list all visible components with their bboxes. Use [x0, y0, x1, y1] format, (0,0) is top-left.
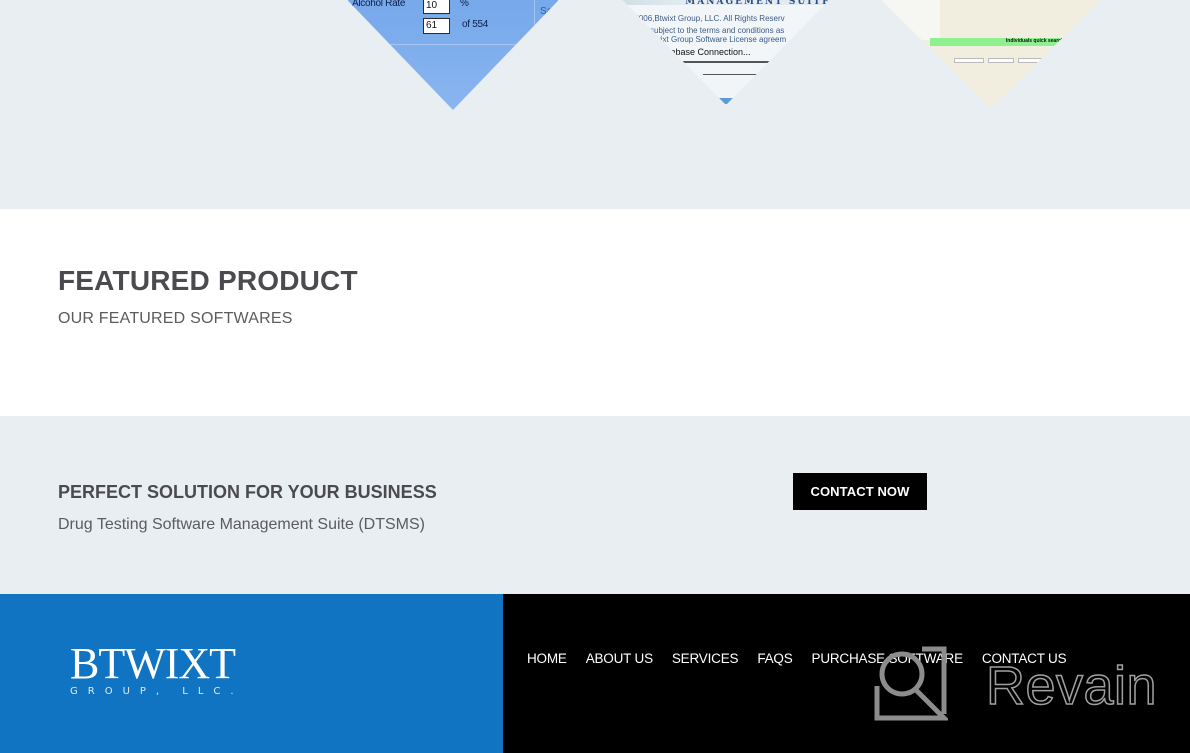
- progress-line: [703, 74, 775, 75]
- screenshot-background: [348, 0, 558, 110]
- panel-divider: [348, 44, 558, 45]
- progress-line: [683, 61, 789, 63]
- alcohol-rate-label: Alcohol Rate: [352, 0, 406, 9]
- nav-faqs[interactable]: FAQS: [757, 651, 792, 666]
- terms-line: subject to the terms and conditions as: [650, 26, 785, 35]
- nav-contact-us[interactable]: CONTACT US: [982, 651, 1067, 666]
- database-connection-status: atabase Connection...: [663, 47, 751, 57]
- logo-tagline: GROUP, LLC.: [70, 686, 244, 697]
- featured-subtitle: OUR FEATURED SOFTWARES: [58, 310, 293, 327]
- splash-banner-title: MANAGEMENT SUITE: [685, 0, 831, 7]
- percent-unit: %: [460, 0, 469, 9]
- gallery-screenshot-search[interactable]: Individuals quick search: [880, 0, 1102, 108]
- nav-about-us[interactable]: ABOUT US: [586, 651, 653, 666]
- field-select: [954, 58, 984, 63]
- cta-heading: PERFECT SOLUTION FOR YOUR BUSINESS: [58, 482, 437, 502]
- copyright-line: ght 2006,Btwixt Group, LLC. All Rights R…: [621, 14, 785, 23]
- quick-search-title: Individuals quick search: [1005, 38, 1064, 44]
- splash-accent: [713, 98, 739, 104]
- condition-select: [988, 58, 1014, 63]
- footer-nav-panel: HOME ABOUT US SERVICES FAQS PURCHASE SOF…: [503, 594, 1190, 753]
- footer-nav: HOME ABOUT US SERVICES FAQS PURCHASE SOF…: [527, 651, 1085, 666]
- featured-product-section: FEATURED PRODUCT OUR FEATURED SOFTWARES: [0, 209, 1190, 416]
- gallery-screenshot-alcohol-rate[interactable]: Alcohol Rate 10 % 61 of 554 Sa: [348, 0, 558, 110]
- cta-description: Drug Testing Software Management Suite (…: [58, 516, 425, 533]
- side-text: Sa: [540, 6, 553, 17]
- gallery-screenshot-splash[interactable]: MANAGEMENT SUITE ght 2006,Btwixt Group, …: [615, 0, 837, 105]
- featured-title: FEATURED PRODUCT: [58, 265, 358, 296]
- btwixt-logo[interactable]: BTWIXT GROUP, LLC.: [70, 639, 244, 698]
- count-value: 61: [423, 18, 450, 34]
- alcohol-rate-value: 10: [423, 0, 450, 14]
- contact-now-button[interactable]: CONTACT NOW: [793, 473, 927, 510]
- nav-services[interactable]: SERVICES: [672, 651, 739, 666]
- screenshot-gallery: Alcohol Rate 10 % 61 of 554 Sa MANAGEMEN…: [0, 0, 1190, 209]
- license-line: wixt Group Software License agreem: [655, 35, 787, 44]
- list-column: [880, 0, 940, 40]
- nav-home[interactable]: HOME: [527, 651, 567, 666]
- value-input: [1018, 58, 1048, 63]
- logo-wordmark: BTWIXT: [70, 639, 236, 688]
- panel-divider: [534, 0, 535, 44]
- nav-purchase-software[interactable]: PURCHASE SOFTWARE: [812, 651, 964, 666]
- count-of-total: of 554: [462, 19, 489, 30]
- cta-section: PERFECT SOLUTION FOR YOUR BUSINESS Drug …: [0, 416, 1190, 594]
- footer-brand-panel: BTWIXT GROUP, LLC.: [0, 594, 503, 753]
